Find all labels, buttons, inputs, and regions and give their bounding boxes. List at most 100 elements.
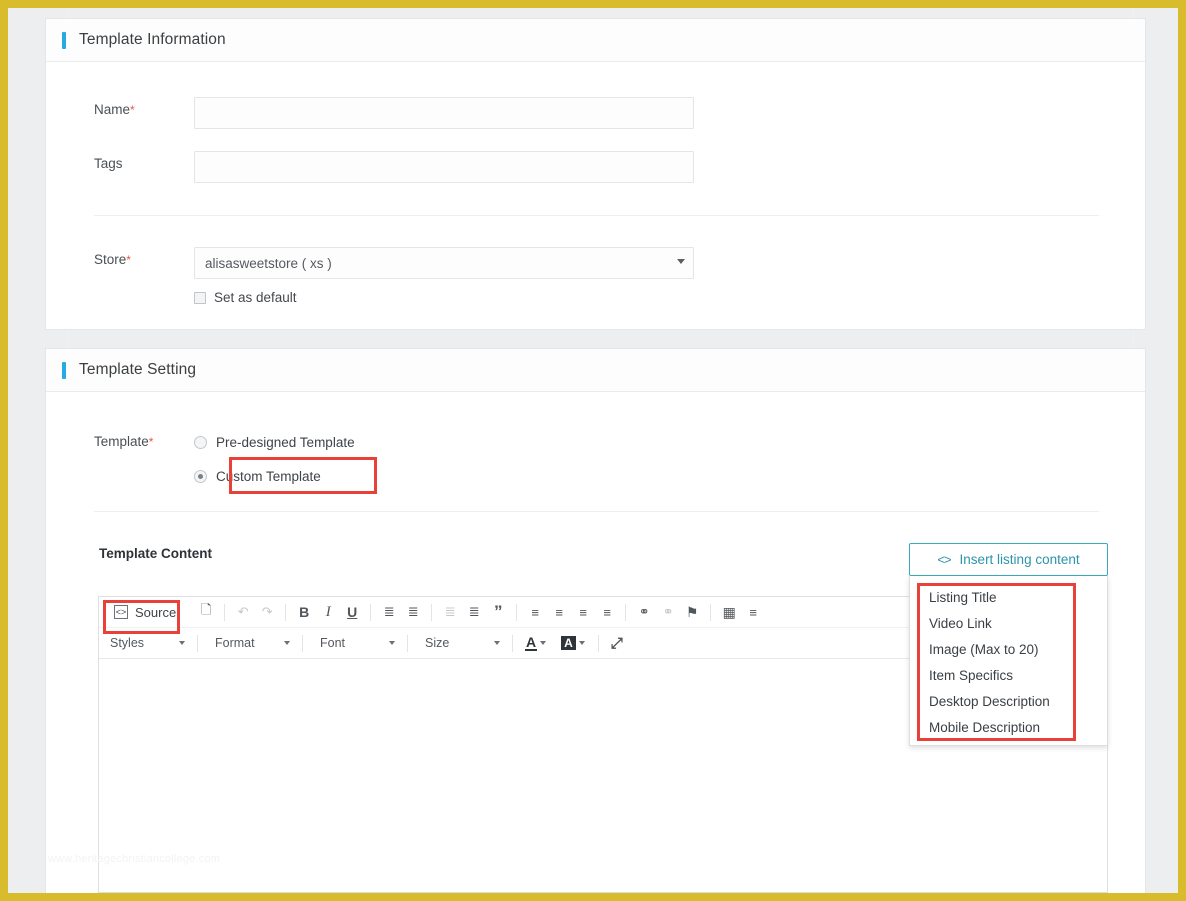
unlink-icon[interactable]: ⚭ [656, 604, 680, 620]
chevron-down-icon [578, 641, 585, 645]
toolbar-separator [407, 634, 408, 652]
store-label: Store* [46, 247, 194, 269]
section-accent-bar-2 [62, 361, 66, 379]
italic-icon[interactable]: I [316, 604, 340, 621]
toolbar-separator [285, 603, 287, 621]
toolbar-separator [302, 634, 303, 652]
bold-icon[interactable]: B [292, 604, 316, 620]
form-divider [94, 215, 1099, 216]
dropdown-item-desktop-description[interactable]: Desktop Description [910, 689, 1107, 715]
format-dropdown[interactable]: Format [204, 636, 296, 650]
chevron-down-icon [677, 259, 685, 264]
dropdown-item-image[interactable]: Image (Max to 20) [910, 637, 1107, 663]
underline-icon[interactable]: U [340, 604, 364, 620]
maximize-icon[interactable]: ⤢ [605, 635, 629, 652]
toolbar-separator [431, 603, 433, 621]
page-root: Template Information Name* Tags Store* a… [8, 8, 1178, 893]
blockquote-icon[interactable]: ” [486, 602, 510, 622]
radio-custom-label: Custom Template [216, 468, 321, 484]
toolbar-separator [710, 603, 712, 621]
numbered-list-icon[interactable]: ≣ [377, 604, 401, 620]
increase-indent-icon[interactable]: ≣ [462, 604, 486, 620]
set-as-default-checkbox[interactable] [194, 291, 206, 304]
text-color-icon: A [525, 634, 538, 651]
toolbar-separator [370, 603, 372, 621]
chevron-down-icon [179, 641, 185, 645]
radio-pre-designed-template[interactable]: Pre-designed Template [194, 429, 355, 455]
template-required-marker: * [148, 435, 154, 449]
toolbar-separator [224, 603, 226, 621]
insert-listing-content-dropdown: Listing Title Video Link Image (Max to 2… [909, 576, 1108, 746]
set-as-default-row[interactable]: Set as default [194, 290, 694, 305]
watermark-text: www.heritagechristiancollege.com [48, 853, 221, 865]
toolbar-separator [512, 634, 513, 652]
dropdown-item-mobile-description[interactable]: Mobile Description [910, 715, 1107, 741]
set-as-default-label: Set as default [214, 290, 297, 305]
store-required-marker: * [126, 253, 131, 267]
radio-pre-designed-indicator[interactable] [194, 435, 207, 449]
setting-divider [94, 511, 1099, 512]
justify-icon[interactable]: ≡ [595, 605, 619, 620]
styles-dropdown[interactable]: Styles [99, 636, 191, 650]
insert-listing-content-button[interactable]: <> Insert listing content [909, 543, 1108, 576]
table-icon[interactable]: ▦ [717, 604, 741, 621]
template-information-header: Template Information [46, 19, 1145, 62]
new-page-icon[interactable]: 🗋 [194, 601, 218, 623]
size-dropdown[interactable]: Size [414, 636, 506, 650]
font-dropdown[interactable]: Font [309, 636, 401, 650]
toolbar-separator [197, 634, 198, 652]
toolbar-separator [625, 603, 627, 621]
link-icon[interactable]: ⚭ [632, 604, 656, 620]
page-title: Template Information [79, 31, 226, 48]
name-input[interactable] [194, 97, 694, 129]
dropdown-item-video-link[interactable]: Video Link [910, 611, 1107, 637]
dropdown-item-listing-title[interactable]: Listing Title [910, 585, 1107, 611]
align-center-icon[interactable]: ≡ [547, 605, 571, 620]
chevron-down-icon [494, 641, 500, 645]
redo-icon[interactable]: ↷ [255, 604, 279, 620]
store-select[interactable]: alisasweetstore ( xs ) [194, 247, 694, 279]
styles-dropdown-label: Styles [110, 636, 145, 650]
radio-custom-indicator[interactable] [194, 469, 207, 483]
store-label-text: Store [94, 252, 127, 267]
template-content-label: Template Content [99, 546, 213, 561]
align-left-icon[interactable]: ≡ [523, 605, 547, 620]
toolbar-separator [516, 603, 518, 621]
align-right-icon[interactable]: ≡ [571, 605, 595, 620]
horizontal-rule-icon[interactable]: ≡ [741, 605, 765, 620]
decrease-indent-icon[interactable]: ≣ [438, 604, 462, 620]
size-dropdown-label: Size [425, 636, 450, 650]
template-label-text: Template [94, 434, 149, 449]
tags-label-text: Tags [94, 156, 123, 171]
toolbar-separator [597, 634, 599, 652]
background-color-icon: A [561, 636, 576, 650]
text-color-button[interactable]: A [525, 634, 547, 651]
template-setting-header: Template Setting [46, 349, 1145, 392]
radio-pre-designed-label: Pre-designed Template [216, 434, 355, 450]
source-code-icon: <> [114, 605, 128, 619]
chevron-down-icon [540, 641, 547, 645]
name-label: Name* [46, 97, 194, 119]
source-button[interactable]: <> Source [110, 603, 180, 622]
store-row: Store* alisasweetstore ( xs ) Set as def… [46, 247, 694, 305]
code-brackets-icon: <> [937, 552, 951, 567]
anchor-flag-icon[interactable]: ⚑ [680, 604, 704, 621]
name-row: Name* [46, 97, 694, 129]
section-accent-bar [62, 31, 66, 49]
name-label-text: Name [94, 102, 131, 117]
background-color-button[interactable]: A [561, 636, 585, 650]
template-information-card: Template Information Name* Tags Store* a… [45, 18, 1146, 330]
bulleted-list-icon[interactable]: ≣ [401, 604, 425, 620]
insert-listing-content-label: Insert listing content [959, 552, 1080, 567]
template-setting-title: Template Setting [79, 361, 197, 378]
tags-input[interactable] [194, 151, 694, 183]
tags-label: Tags [46, 151, 194, 173]
template-radio-row: Template* Pre-designed Template Custom T… [46, 429, 355, 489]
undo-icon[interactable]: ↶ [231, 604, 255, 620]
store-select-value: alisasweetstore ( xs ) [194, 247, 694, 279]
dropdown-item-item-specifics[interactable]: Item Specifics [910, 663, 1107, 689]
tags-row: Tags [46, 151, 694, 183]
name-required-marker: * [130, 103, 135, 117]
chevron-down-icon [389, 641, 395, 645]
radio-custom-template[interactable]: Custom Template [194, 463, 355, 489]
